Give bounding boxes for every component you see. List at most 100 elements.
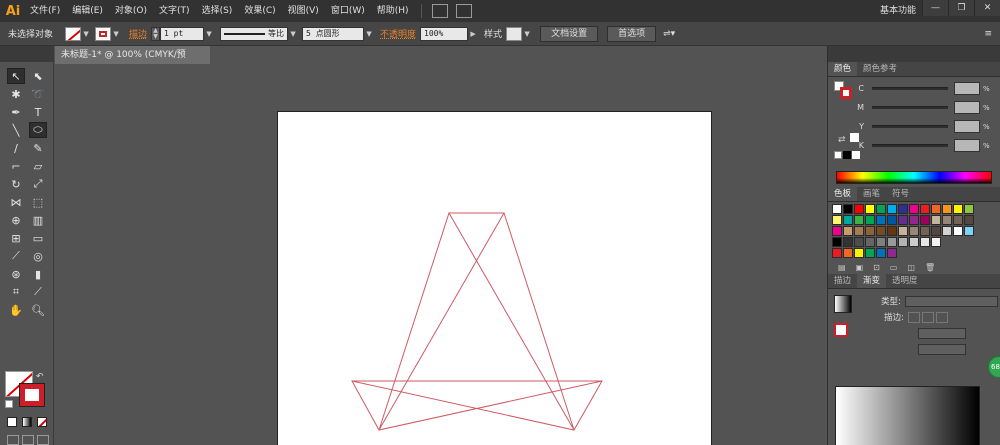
brush-definition-field[interactable]: 5 点圆形 bbox=[302, 26, 365, 41]
arrange-documents-icon[interactable] bbox=[455, 4, 472, 18]
color-swatch[interactable] bbox=[832, 248, 842, 258]
chevron-down-icon[interactable]: ▼ bbox=[204, 27, 214, 41]
color-swatch[interactable] bbox=[843, 204, 853, 214]
color-swatch[interactable] bbox=[931, 237, 941, 247]
color-swatch[interactable] bbox=[865, 215, 875, 225]
gradient-mode-icon[interactable] bbox=[22, 417, 32, 427]
swap-fill-stroke-icon[interactable]: ↶ bbox=[36, 372, 44, 382]
color-swatch[interactable] bbox=[898, 215, 908, 225]
graphic-style-picker[interactable] bbox=[506, 26, 523, 41]
menu-object[interactable]: 对象(O) bbox=[109, 0, 153, 22]
stroke-weight-stepper[interactable]: ▲ ▼ bbox=[151, 26, 161, 41]
menu-select[interactable]: 选择(S) bbox=[196, 0, 239, 22]
minimize-button[interactable]: — bbox=[922, 0, 948, 16]
color-swatch[interactable] bbox=[953, 204, 963, 214]
color-swatch[interactable] bbox=[931, 204, 941, 214]
restore-button[interactable]: ❐ bbox=[948, 0, 974, 16]
new-swatch-icon[interactable]: ◫ bbox=[907, 263, 915, 272]
color-swatch[interactable] bbox=[876, 248, 886, 258]
shape-builder-tool-icon[interactable]: ⊕ bbox=[7, 212, 25, 228]
color-swatch[interactable] bbox=[854, 215, 864, 225]
color-swatch[interactable] bbox=[887, 215, 897, 225]
color-spectrum[interactable] bbox=[836, 171, 992, 184]
color-swatch[interactable] bbox=[832, 204, 842, 214]
menu-file[interactable]: 文件(F) bbox=[24, 0, 66, 22]
color-swatch[interactable] bbox=[964, 226, 974, 236]
color-swatch[interactable] bbox=[898, 237, 908, 247]
tab-swatches[interactable]: 色板 bbox=[828, 187, 858, 201]
draw-behind-icon[interactable] bbox=[22, 435, 34, 445]
paintbrush-tool-icon[interactable]: ∕ bbox=[7, 140, 25, 156]
stroke-weight-field[interactable]: 1 pt bbox=[160, 26, 205, 41]
triangle-bottom-left[interactable] bbox=[351, 380, 603, 431]
ellipse-tool-icon[interactable]: ⬭ bbox=[29, 122, 47, 138]
stroke-across-icon[interactable] bbox=[936, 311, 948, 323]
menu-edit[interactable]: 编辑(E) bbox=[66, 0, 109, 22]
pen-tool-icon[interactable]: ✒ bbox=[7, 104, 25, 120]
fill-color-picker[interactable] bbox=[65, 26, 82, 41]
color-swatch[interactable] bbox=[920, 226, 930, 236]
color-swatch[interactable] bbox=[876, 226, 886, 236]
document-tab[interactable]: 未标题-1* @ 100% (CMYK/预览)✕ bbox=[55, 46, 210, 78]
eraser-tool-icon[interactable]: ▱ bbox=[29, 158, 47, 174]
perspective-grid-tool-icon[interactable]: ▥ bbox=[29, 212, 47, 228]
menu-window[interactable]: 窗口(W) bbox=[325, 0, 371, 22]
tab-color[interactable]: 颜色 bbox=[828, 62, 858, 76]
color-swatch[interactable] bbox=[942, 204, 952, 214]
color-swatch[interactable] bbox=[953, 215, 963, 225]
tab-stroke[interactable]: 描边 bbox=[828, 274, 857, 288]
new-color-group-icon[interactable]: ▭ bbox=[890, 263, 898, 272]
align-options-icon[interactable]: ⇌▾ bbox=[663, 29, 675, 39]
color-swatch[interactable] bbox=[964, 204, 974, 214]
chevron-down-icon[interactable]: ▼ bbox=[522, 27, 532, 41]
mesh-tool-icon[interactable]: ⊞ bbox=[7, 230, 25, 246]
swatch-library-icon[interactable]: ▤ bbox=[838, 263, 846, 272]
default-colors-icon[interactable] bbox=[5, 400, 13, 408]
channel-value-field[interactable] bbox=[954, 101, 980, 114]
color-swatch[interactable] bbox=[865, 204, 875, 214]
gradient-angle-field[interactable] bbox=[918, 327, 966, 339]
stroke-along-icon[interactable] bbox=[922, 311, 934, 323]
stroke-panel-link[interactable]: 描边 bbox=[129, 27, 147, 40]
blend-tool-icon[interactable]: ◎ bbox=[29, 248, 47, 264]
artboard[interactable] bbox=[277, 111, 712, 445]
rotate-tool-icon[interactable]: ↻ bbox=[7, 176, 25, 192]
color-swatch[interactable] bbox=[942, 226, 952, 236]
stroke-swatch[interactable] bbox=[19, 383, 45, 407]
color-swatch[interactable] bbox=[887, 248, 897, 258]
color-swatch[interactable] bbox=[920, 237, 930, 247]
color-swatch[interactable] bbox=[854, 204, 864, 214]
tab-color-guide[interactable]: 颜色参考 bbox=[857, 62, 903, 76]
color-swatch[interactable] bbox=[898, 204, 908, 214]
chevron-down-icon[interactable]: ▼ bbox=[364, 27, 374, 41]
color-swatch[interactable] bbox=[876, 204, 886, 214]
chevron-down-icon[interactable]: ▼ bbox=[288, 27, 298, 41]
hand-tool-icon[interactable]: ✋ bbox=[7, 302, 25, 318]
triangle-left[interactable] bbox=[378, 212, 505, 431]
channel-value-field[interactable] bbox=[954, 82, 980, 95]
color-swatch[interactable] bbox=[854, 237, 864, 247]
menu-effect[interactable]: 效果(C) bbox=[238, 0, 281, 22]
menu-type[interactable]: 文字(T) bbox=[153, 0, 196, 22]
eyedropper-tool-icon[interactable]: ⟋ bbox=[7, 248, 25, 264]
triangle-right[interactable] bbox=[448, 212, 575, 431]
symbol-sprayer-tool-icon[interactable]: ⊛ bbox=[7, 266, 25, 282]
artboard-tool-icon[interactable]: ⌗ bbox=[7, 284, 25, 300]
workspace-switcher[interactable]: 基本功能 bbox=[880, 0, 916, 22]
opacity-field[interactable]: 100% bbox=[420, 26, 469, 41]
none-mode-icon[interactable] bbox=[37, 417, 47, 427]
show-kinds-icon[interactable]: ▣ bbox=[856, 263, 864, 272]
blob-brush-tool-icon[interactable]: ⌐ bbox=[7, 158, 25, 174]
color-swatch[interactable] bbox=[843, 248, 853, 258]
color-mode-icon[interactable] bbox=[7, 417, 17, 427]
color-swatch[interactable] bbox=[876, 215, 886, 225]
color-swatch[interactable] bbox=[887, 226, 897, 236]
color-swatch[interactable] bbox=[920, 204, 930, 214]
color-swatch[interactable] bbox=[909, 215, 919, 225]
chevron-down-icon[interactable]: ▶ bbox=[468, 27, 478, 41]
channel-value-field[interactable] bbox=[954, 120, 980, 133]
column-graph-tool-icon[interactable]: ▮ bbox=[29, 266, 47, 282]
type-tool-icon[interactable]: T bbox=[29, 104, 47, 120]
color-swatch[interactable] bbox=[942, 215, 952, 225]
color-swatch[interactable] bbox=[854, 248, 864, 258]
